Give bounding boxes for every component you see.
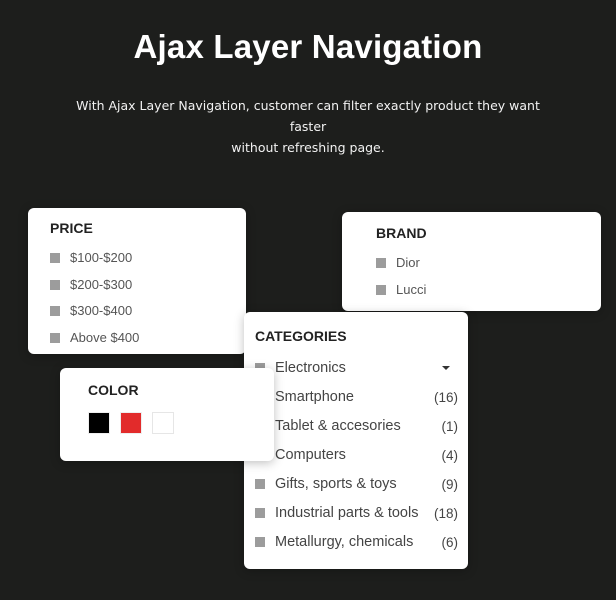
price-option-label: $200-$300	[70, 277, 133, 292]
checkbox-icon[interactable]	[50, 279, 60, 290]
color-swatch-red[interactable]	[120, 412, 142, 434]
price-option[interactable]: $200-$300	[50, 277, 132, 292]
price-option-label: $100-$200	[70, 250, 133, 265]
category-label: Smartphone	[275, 389, 354, 405]
price-option-label: $300-$400	[70, 303, 133, 318]
brand-option-label: Dior	[396, 255, 420, 270]
category-label: Gifts, sports & toys	[275, 476, 397, 492]
caret-down-icon[interactable]	[442, 366, 450, 370]
category-label: Tablet & accesories	[275, 418, 401, 434]
category-item[interactable]: Industrial parts & tools (18)	[255, 505, 458, 521]
checkbox-icon[interactable]	[255, 479, 265, 489]
page-title: Ajax Layer Navigation	[133, 28, 483, 65]
category-item[interactable]: Smartphone (16)	[255, 389, 458, 405]
price-option[interactable]: Above $400	[50, 330, 139, 345]
price-filter-title: PRICE	[50, 220, 93, 236]
category-count: (1)	[441, 418, 459, 434]
category-label: Electronics	[275, 360, 346, 376]
category-item[interactable]: Metallurgy, chemicals (6)	[255, 534, 458, 550]
categories-filter-title: CATEGORIES	[255, 328, 347, 344]
color-filter-title: COLOR	[88, 382, 139, 398]
brand-option-label: Lucci	[396, 282, 427, 297]
subtitle-line-2: without refreshing page.	[231, 140, 385, 155]
price-option[interactable]: $100-$200	[50, 250, 132, 265]
category-count: (9)	[441, 476, 459, 492]
category-item-electronics[interactable]: Electronics	[255, 360, 458, 376]
brand-filter-card: BRAND Dior Lucci	[342, 212, 601, 311]
checkbox-icon[interactable]	[50, 332, 60, 343]
brand-option[interactable]: Dior	[376, 255, 420, 270]
brand-option[interactable]: Lucci	[376, 282, 426, 297]
color-filter-card: COLOR	[60, 368, 274, 461]
category-item[interactable]: Tablet & accesories (1)	[255, 418, 458, 434]
color-swatch-white[interactable]	[152, 412, 174, 434]
subtitle-line-1: With Ajax Layer Navigation, customer can…	[76, 98, 540, 134]
category-label: Metallurgy, chemicals	[275, 534, 414, 550]
category-item[interactable]: Computers (4)	[255, 447, 458, 463]
category-label: Computers	[275, 447, 346, 463]
checkbox-icon[interactable]	[255, 537, 265, 547]
checkbox-icon[interactable]	[50, 252, 60, 263]
category-label: Industrial parts & tools	[275, 505, 419, 521]
category-count: (6)	[441, 534, 459, 550]
category-count: (18)	[433, 505, 458, 521]
price-filter-card: PRICE $100-$200 $200-$300 $300-$400 Abov…	[28, 208, 246, 354]
page-subtitle: With Ajax Layer Navigation, customer can…	[60, 95, 556, 158]
price-option[interactable]: $300-$400	[50, 303, 132, 318]
brand-filter-title: BRAND	[376, 225, 427, 241]
color-swatch-black[interactable]	[88, 412, 110, 434]
categories-filter-card: CATEGORIES Electronics Smartphone (16) T…	[244, 312, 468, 569]
checkbox-icon[interactable]	[376, 257, 386, 268]
category-count: (4)	[441, 447, 459, 463]
checkbox-icon[interactable]	[50, 305, 60, 316]
category-item[interactable]: Gifts, sports & toys (9)	[255, 476, 458, 492]
checkbox-icon[interactable]	[255, 508, 265, 518]
checkbox-icon[interactable]	[376, 284, 386, 295]
price-option-label: Above $400	[70, 330, 140, 345]
category-count: (16)	[433, 389, 458, 405]
